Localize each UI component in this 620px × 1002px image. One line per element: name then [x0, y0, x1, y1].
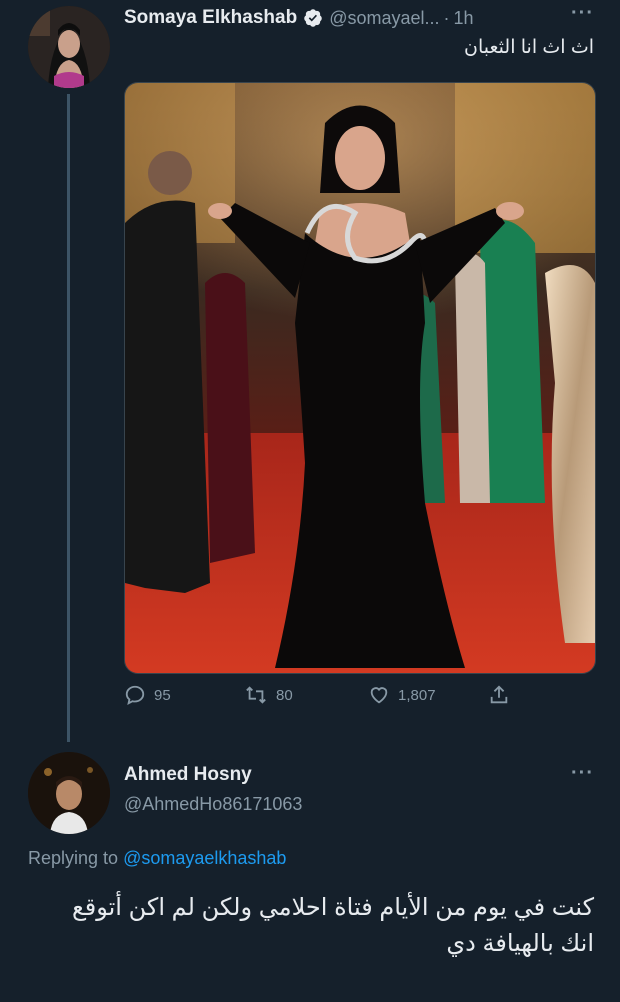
replying-prefix: Replying to — [28, 848, 119, 868]
retweet-icon — [246, 686, 266, 704]
like-count: 1,807 — [398, 686, 436, 704]
share-button[interactable] — [488, 684, 518, 706]
reply-author-name[interactable]: Ahmed Hosny — [124, 764, 252, 786]
reply-more-options-icon[interactable]: ··· — [571, 762, 594, 785]
verified-badge-icon — [303, 8, 323, 28]
tweet-header: Somaya Elkhashab @somayael... · 1h — [124, 6, 594, 30]
more-options-icon[interactable]: ··· — [571, 2, 594, 25]
thread-connector-line — [67, 94, 70, 742]
reply-author-avatar[interactable] — [28, 752, 110, 834]
reply-icon — [125, 685, 145, 705]
author-handle[interactable]: @somayael... — [329, 8, 439, 29]
reply-button[interactable]: 95 — [124, 684, 171, 706]
separator-dot: · — [443, 7, 450, 28]
reply-count: 95 — [154, 686, 171, 704]
share-icon — [490, 685, 508, 704]
tweet-text: اث اث انا الثعبان — [464, 37, 594, 58]
retweet-button[interactable]: 80 — [244, 684, 293, 706]
reply-author-handle[interactable]: @AhmedHo86171063 — [124, 794, 302, 815]
replying-to-line: Replying to @somayaelkhashab — [28, 848, 286, 869]
author-avatar[interactable] — [28, 6, 110, 88]
tweet-timestamp[interactable]: 1h — [454, 8, 474, 29]
author-name[interactable]: Somaya Elkhashab — [124, 7, 297, 29]
like-button[interactable]: 1,807 — [368, 684, 436, 706]
tweet-actions-bar: 95 80 1,807 — [124, 684, 524, 714]
reply-text: كنت في يوم من الأيام فتاة احلامي ولكن لم… — [71, 894, 594, 957]
replying-mention-link[interactable]: @somayaelkhashab — [123, 848, 286, 868]
heart-icon — [370, 687, 388, 704]
retweet-count: 80 — [276, 686, 293, 704]
tweet-photo[interactable] — [124, 82, 596, 674]
